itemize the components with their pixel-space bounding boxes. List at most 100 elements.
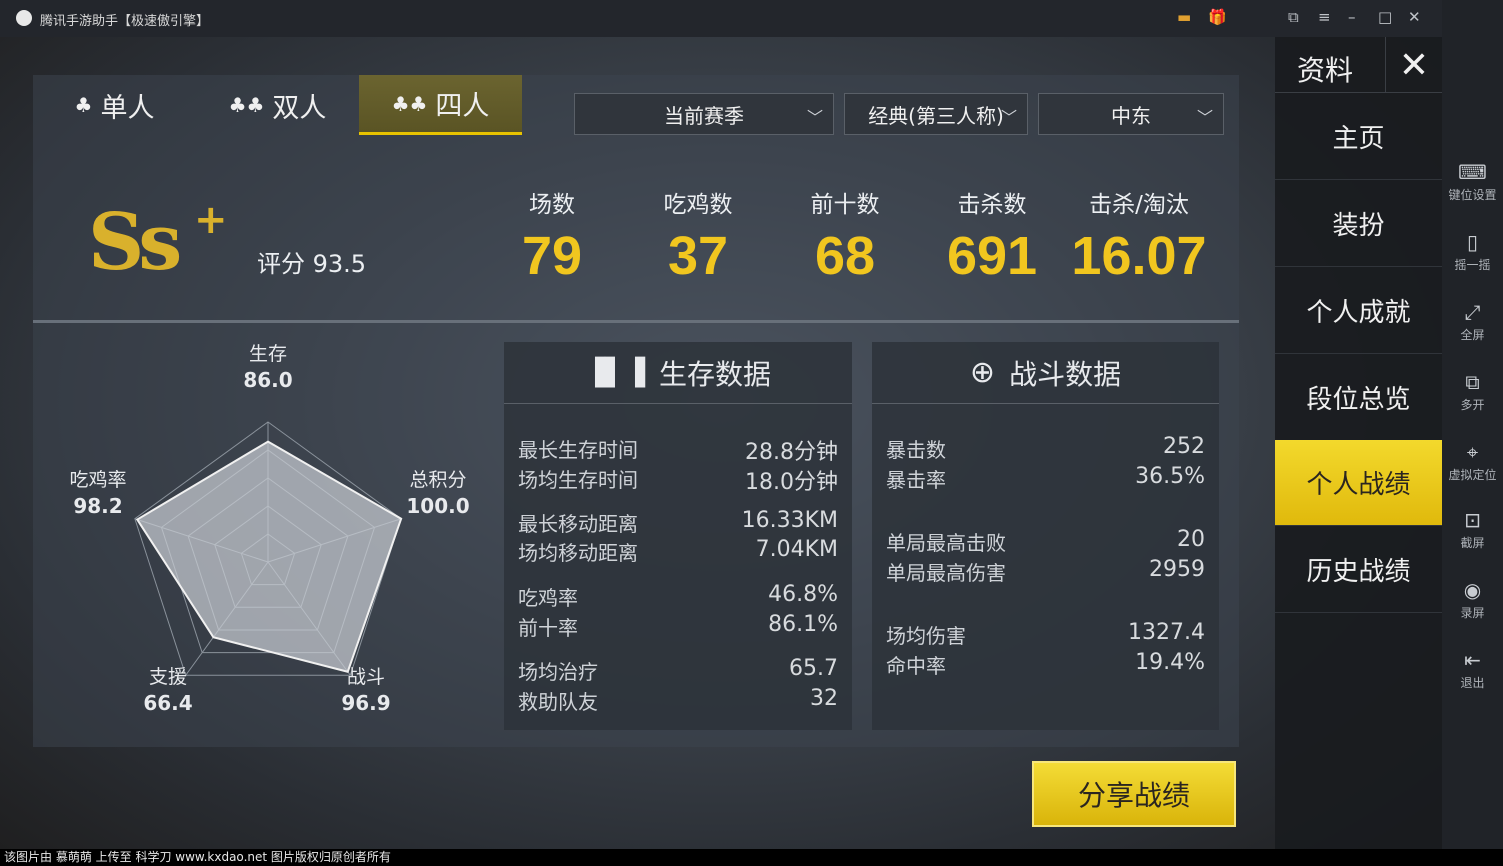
tab-duo-label: 双人 xyxy=(272,92,327,124)
radar-chart xyxy=(134,421,403,676)
watermark-footer: 该图片由 慕萌萌 上传至 科学刀 www.kxdao.net 图片版权归原创者所… xyxy=(0,849,1503,866)
app-logo-icon xyxy=(16,10,32,26)
perspective-select[interactable]: 经典(第三人称) ﹀ xyxy=(844,93,1028,135)
sidebar-title: 资料 xyxy=(1297,54,1354,87)
tool-record[interactable]: ◉ 录屏 xyxy=(1442,578,1503,621)
radar-label-combat: 战斗 96.9 xyxy=(341,666,391,715)
list-item: 吃鸡率 46.8% xyxy=(518,582,838,610)
close-window-icon[interactable]: ✕ xyxy=(1408,8,1421,26)
tool-keymap[interactable]: ⌨ 键位设置 xyxy=(1442,160,1503,203)
stat-label: 前十数 xyxy=(810,192,880,218)
rating-score: 评分 93.5 xyxy=(257,250,367,278)
window-title: 腾讯手游助手【极速傲引擎】 xyxy=(40,14,210,29)
stat-label: 击杀数 xyxy=(957,192,1027,218)
mode-tabs: ♣ 单人 ♣♣ 双人 ♣♣ 四人 xyxy=(33,75,573,135)
combat-card: ⊕ 战斗数据 暴击数 252 暴击率 36.5% 单局最高击败 20 单局最高伤害 29… xyxy=(872,342,1219,730)
radar-label-total: 总积分 100.0 xyxy=(406,469,470,518)
multi-window-icon: ⧉ xyxy=(1465,370,1480,394)
tool-location[interactable]: ⌖ 虚拟定位 xyxy=(1442,440,1503,483)
radar-value-area xyxy=(135,440,403,673)
close-icon[interactable]: ✕ xyxy=(1385,37,1442,93)
tool-exit[interactable]: ⇤ 退出 xyxy=(1442,648,1503,691)
chevron-down-icon: ﹀ xyxy=(1000,108,1017,127)
stat-value: 691 xyxy=(946,226,1038,286)
list-item: 命中率 19.4% xyxy=(886,650,1205,678)
season-select[interactable]: 当前赛季 ﹀ xyxy=(574,93,834,135)
tool-screenshot[interactable]: ⊡ 截屏 xyxy=(1442,508,1503,551)
section-divider xyxy=(33,320,1239,323)
tool-multi[interactable]: ⧉ 多开 xyxy=(1442,370,1503,413)
stat-kills: 击杀数 691 xyxy=(917,185,1067,287)
list-item: 救助队友 32 xyxy=(518,686,838,714)
shake-icon: ▯ xyxy=(1466,230,1478,254)
stat-wins: 吃鸡数 37 xyxy=(623,185,773,287)
pin-icon[interactable]: ⧉ xyxy=(1288,8,1299,26)
list-item: 场均移动距离 7.04KM xyxy=(518,537,838,565)
tool-shake[interactable]: ▯ 摇一摇 xyxy=(1442,230,1503,273)
menu-icon[interactable]: ≡ xyxy=(1318,8,1331,26)
bar-chart-icon: ▐▌▐ xyxy=(584,357,645,388)
combat-title: 战斗数据 xyxy=(1009,357,1122,391)
stat-value: 37 xyxy=(667,226,729,286)
radar-label-survival: 生存 86.0 xyxy=(243,343,293,392)
minimize-icon[interactable]: – xyxy=(1348,8,1356,26)
sidebar-item-achievements[interactable]: 个人成就 xyxy=(1275,268,1442,354)
rating-grade: Ss xyxy=(88,197,182,288)
profile-sidebar: 资料 ✕ 主页 装扮 个人成就 段位总览 个人战绩 历史战绩 xyxy=(1275,37,1442,849)
stat-label: 吃鸡数 xyxy=(663,192,733,218)
survival-title: 生存数据 xyxy=(658,357,771,391)
window-titlebar: 腾讯手游助手【极速傲引擎】 ▬ 🎁 ⧉ ≡ – □ ✕ « xyxy=(0,0,1503,37)
emulator-toolbar: ⌨ 键位设置 ▯ 摇一摇 ⤢ 全屏 ⧉ 多开 ⌖ 虚拟定位 ⊡ 截屏 ◉ 录屏 ⇤ 退出 xyxy=(1442,0,1503,849)
sidebar-item-outfit[interactable]: 装扮 xyxy=(1275,181,1442,267)
list-item: 单局最高击败 20 xyxy=(886,527,1205,555)
maximize-icon[interactable]: □ xyxy=(1378,8,1392,26)
keyboard-icon: ⌨ xyxy=(1458,160,1487,184)
perspective-value: 经典(第三人称) xyxy=(868,103,1004,128)
chevron-down-icon: ﹀ xyxy=(806,108,823,127)
combat-card-header: ⊕ 战斗数据 xyxy=(872,342,1219,404)
exit-icon: ⇤ xyxy=(1464,648,1481,672)
list-item: 场均治疗 65.7 xyxy=(518,656,838,684)
tab-squad[interactable]: ♣♣ 四人 xyxy=(359,75,522,135)
wallet-icon[interactable]: ▬ xyxy=(1177,8,1191,26)
sidebar-item-rank-overview[interactable]: 段位总览 xyxy=(1275,355,1442,441)
gift-icon[interactable]: 🎁 xyxy=(1208,8,1227,26)
duo-icon: ♣♣ xyxy=(228,93,265,117)
survival-card-header: ▐▌▐ 生存数据 xyxy=(504,342,852,404)
screenshot-icon: ⊡ xyxy=(1464,508,1481,532)
sidebar-item-history[interactable]: 历史战绩 xyxy=(1275,527,1442,613)
stat-matches: 场数 79 xyxy=(477,185,627,287)
tab-squad-label: 四人 xyxy=(435,91,490,122)
stat-label: 击杀/淘汰 xyxy=(1089,192,1189,218)
list-item: 暴击数 252 xyxy=(886,434,1205,462)
radar-label-support: 支援 66.4 xyxy=(143,666,193,715)
list-item: 单局最高伤害 2959 xyxy=(886,557,1205,585)
season-value: 当前赛季 xyxy=(664,103,744,128)
game-view: ♣ 单人 ♣♣ 双人 ♣♣ 四人 当前赛季 ﹀ 经典(第三人称) ﹀ 中东 ﹀ … xyxy=(0,37,1442,849)
list-item: 场均伤害 1327.4 xyxy=(886,620,1205,648)
list-item: 最长移动距离 16.33KM xyxy=(518,508,838,536)
sidebar-header: 资料 ✕ xyxy=(1275,37,1442,93)
region-select[interactable]: 中东 ﹀ xyxy=(1038,93,1224,135)
stat-top10: 前十数 68 xyxy=(770,185,920,287)
list-item: 场均生存时间 18.0分钟 xyxy=(518,468,838,495)
location-icon: ⌖ xyxy=(1466,440,1479,464)
stat-value: 68 xyxy=(814,226,876,286)
rating-plus: + xyxy=(194,197,228,243)
stat-value: 79 xyxy=(521,226,583,286)
region-value: 中东 xyxy=(1111,103,1151,128)
list-item: 暴击率 36.5% xyxy=(886,464,1205,492)
stat-kd: 击杀/淘汰 16.07 xyxy=(1064,185,1214,287)
chevron-down-icon: ﹀ xyxy=(1196,108,1213,127)
share-button[interactable]: 分享战绩 xyxy=(1032,761,1236,827)
stat-value: 16.07 xyxy=(1071,226,1207,286)
sidebar-item-home[interactable]: 主页 xyxy=(1275,94,1442,180)
tab-duo[interactable]: ♣♣ 双人 xyxy=(196,75,359,135)
sidebar-item-personal-stats[interactable]: 个人战绩 xyxy=(1275,440,1442,526)
tab-solo[interactable]: ♣ 单人 xyxy=(33,75,196,135)
radar-label-winrate: 吃鸡率 98.2 xyxy=(69,469,127,518)
survival-card: ▐▌▐ 生存数据 最长生存时间 28.8分钟 场均生存时间 18.0分钟 最长移动距… xyxy=(504,342,852,730)
list-item: 前十率 86.1% xyxy=(518,612,838,640)
tool-fullscreen[interactable]: ⤢ 全屏 xyxy=(1442,300,1503,343)
fullscreen-icon: ⤢ xyxy=(1464,300,1481,324)
